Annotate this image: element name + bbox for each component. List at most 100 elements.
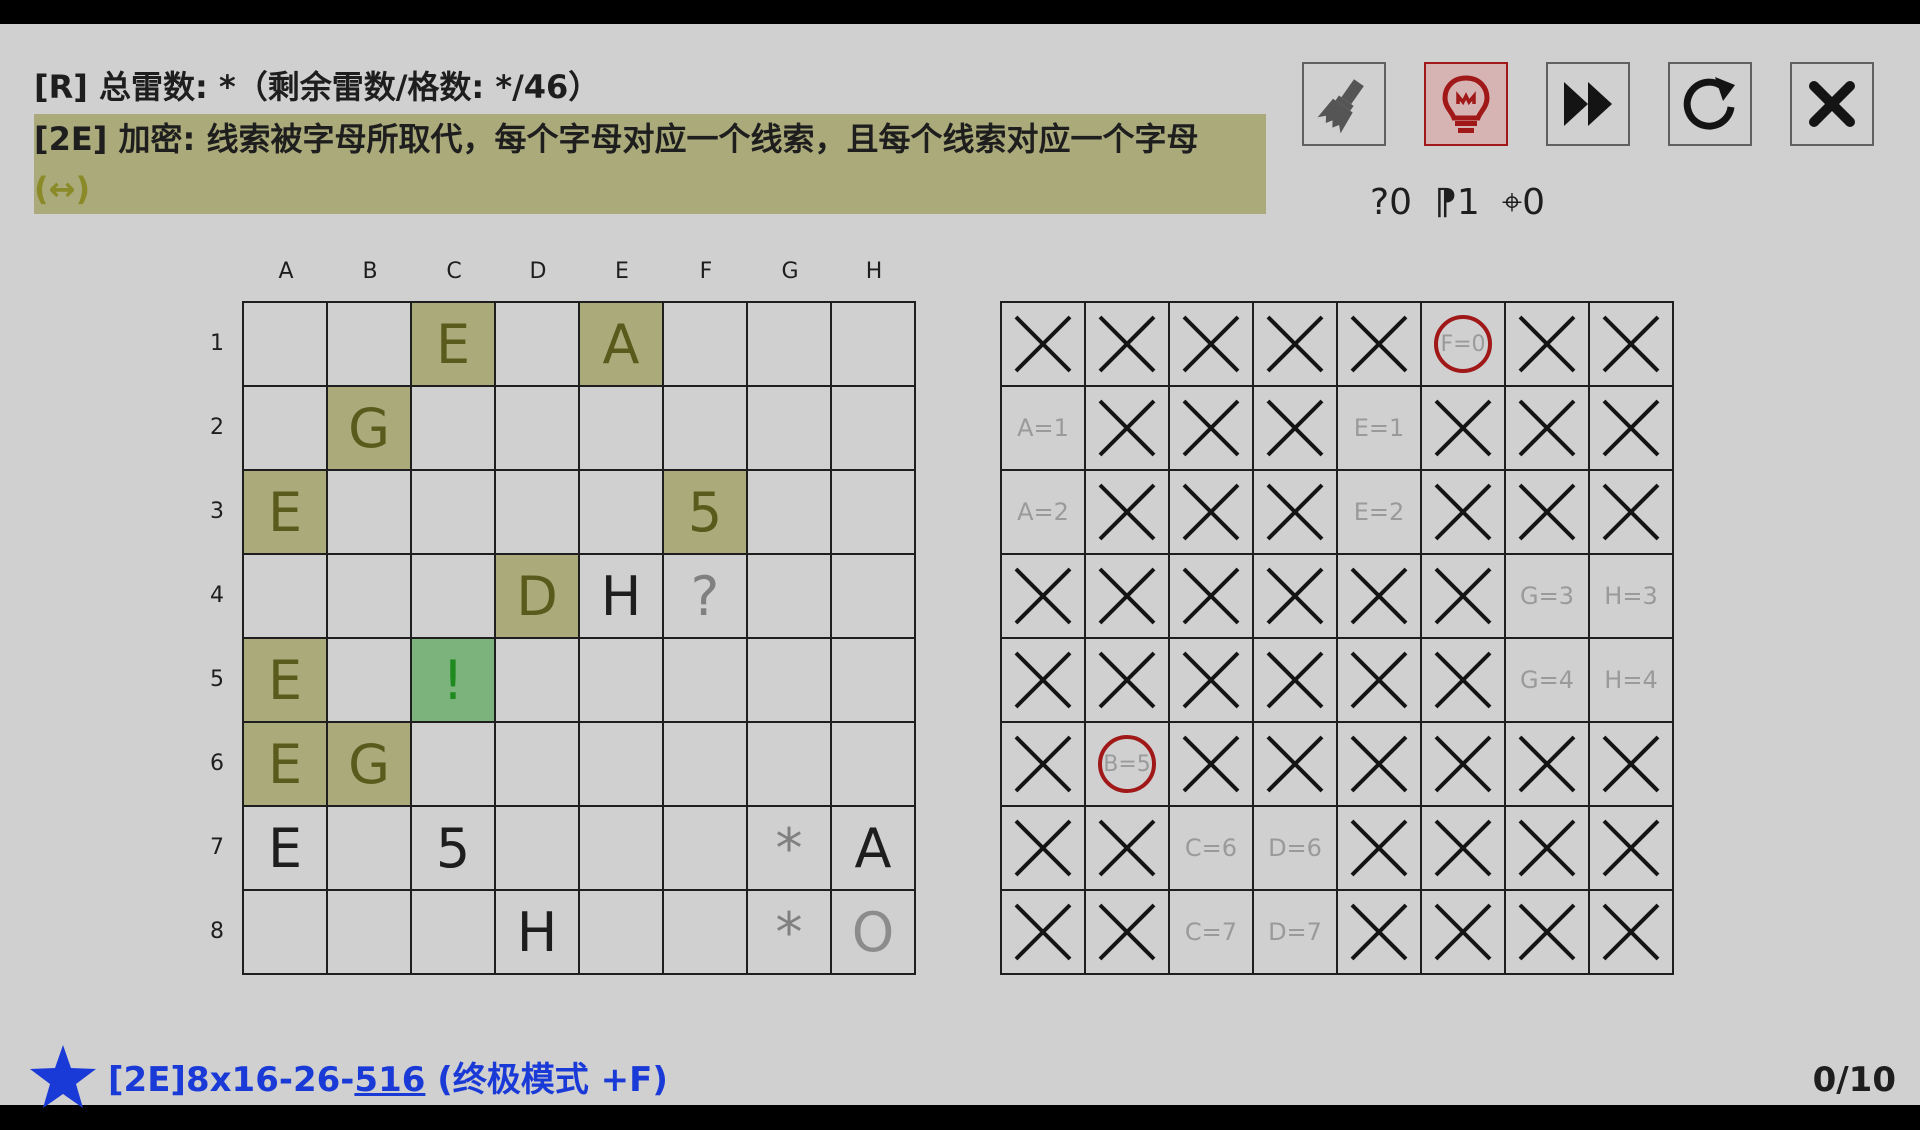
restart-button[interactable]: [1668, 62, 1752, 146]
board-cell-empty[interactable]: [664, 639, 748, 723]
matrix-cell-candidate[interactable]: E=1: [1338, 387, 1422, 471]
board-cell-star[interactable]: *: [748, 807, 832, 891]
board-cell-star[interactable]: *: [748, 891, 832, 975]
board-cell-oh[interactable]: O: [832, 891, 916, 975]
matrix-cell-excluded[interactable]: [1002, 639, 1086, 723]
board-cell-value[interactable]: E: [244, 807, 328, 891]
matrix-cell-excluded[interactable]: [1506, 387, 1590, 471]
matrix-cell-confirmed[interactable]: B=5: [1086, 723, 1170, 807]
favorite-star-icon[interactable]: [28, 1042, 98, 1116]
board-cell-value[interactable]: H: [496, 891, 580, 975]
board-cell-empty[interactable]: [580, 471, 664, 555]
matrix-cell-excluded[interactable]: [1254, 555, 1338, 639]
board-cell-empty[interactable]: [832, 387, 916, 471]
board-cell-empty[interactable]: [580, 807, 664, 891]
matrix-cell-excluded[interactable]: [1170, 471, 1254, 555]
matrix-cell-excluded[interactable]: [1002, 807, 1086, 891]
clue-matrix[interactable]: F=0 A=1 E=1 A=2 E=2 G=3 H=3 G=4 H=4 B=5 C=6 D=6 C=7 D…: [1000, 301, 1674, 975]
hint-button[interactable]: [1424, 62, 1508, 146]
matrix-cell-excluded[interactable]: [1170, 303, 1254, 387]
board-cell-empty[interactable]: [412, 555, 496, 639]
board-cell-value[interactable]: H: [580, 555, 664, 639]
matrix-cell-excluded[interactable]: [1170, 387, 1254, 471]
board-cell-value[interactable]: 5: [412, 807, 496, 891]
matrix-cell-candidate[interactable]: E=2: [1338, 471, 1422, 555]
board-cell-empty[interactable]: [832, 303, 916, 387]
matrix-cell-excluded[interactable]: [1422, 807, 1506, 891]
matrix-cell-excluded[interactable]: [1422, 471, 1506, 555]
board-cell-empty[interactable]: [496, 387, 580, 471]
matrix-cell-excluded[interactable]: [1422, 555, 1506, 639]
matrix-cell-excluded[interactable]: [1422, 387, 1506, 471]
board-cell-clue[interactable]: E: [412, 303, 496, 387]
board-cell-empty[interactable]: [496, 807, 580, 891]
board-cell-empty[interactable]: [496, 471, 580, 555]
board-cell-empty[interactable]: [748, 471, 832, 555]
board-cell-empty[interactable]: [328, 807, 412, 891]
matrix-cell-excluded[interactable]: [1086, 807, 1170, 891]
board-cell-empty[interactable]: [580, 639, 664, 723]
matrix-cell-excluded[interactable]: [1506, 891, 1590, 975]
board-cell-empty[interactable]: [412, 891, 496, 975]
matrix-cell-excluded[interactable]: [1422, 639, 1506, 723]
board-cell-empty[interactable]: [664, 807, 748, 891]
matrix-cell-excluded[interactable]: [1002, 891, 1086, 975]
matrix-cell-excluded[interactable]: [1590, 807, 1674, 891]
board-cell-empty[interactable]: [748, 303, 832, 387]
matrix-cell-excluded[interactable]: [1002, 555, 1086, 639]
board-cell-empty[interactable]: [580, 891, 664, 975]
matrix-cell-excluded[interactable]: [1086, 639, 1170, 723]
matrix-cell-excluded[interactable]: [1422, 723, 1506, 807]
matrix-cell-candidate[interactable]: D=6: [1254, 807, 1338, 891]
matrix-cell-candidate[interactable]: C=6: [1170, 807, 1254, 891]
board-cell-empty[interactable]: [328, 303, 412, 387]
board-cell-empty[interactable]: [496, 639, 580, 723]
matrix-cell-excluded[interactable]: [1338, 891, 1422, 975]
matrix-cell-candidate[interactable]: D=7: [1254, 891, 1338, 975]
board-cell-empty[interactable]: [832, 555, 916, 639]
matrix-cell-excluded[interactable]: [1506, 723, 1590, 807]
matrix-cell-candidate[interactable]: H=4: [1590, 639, 1674, 723]
matrix-cell-candidate[interactable]: G=3: [1506, 555, 1590, 639]
matrix-cell-excluded[interactable]: [1506, 471, 1590, 555]
matrix-cell-candidate[interactable]: A=2: [1002, 471, 1086, 555]
board-cell-empty[interactable]: [664, 891, 748, 975]
board-cell-empty[interactable]: [328, 639, 412, 723]
board-cell-empty[interactable]: [244, 891, 328, 975]
matrix-cell-excluded[interactable]: [1254, 303, 1338, 387]
rule-bidirectional-link[interactable]: (↔): [34, 170, 90, 208]
board-cell-empty[interactable]: [328, 555, 412, 639]
board-cell-value[interactable]: A: [832, 807, 916, 891]
matrix-cell-candidate[interactable]: C=7: [1170, 891, 1254, 975]
board-cell-empty[interactable]: [580, 387, 664, 471]
matrix-cell-excluded[interactable]: [1590, 891, 1674, 975]
matrix-cell-excluded[interactable]: [1590, 723, 1674, 807]
board-cell-empty[interactable]: [832, 471, 916, 555]
board-cell-empty[interactable]: [832, 723, 916, 807]
board-cell-empty[interactable]: [496, 723, 580, 807]
matrix-cell-excluded[interactable]: [1338, 639, 1422, 723]
matrix-cell-excluded[interactable]: [1002, 303, 1086, 387]
matrix-cell-excluded[interactable]: [1338, 555, 1422, 639]
board-cell-clue[interactable]: G: [328, 387, 412, 471]
matrix-cell-excluded[interactable]: [1254, 471, 1338, 555]
matrix-cell-excluded[interactable]: [1254, 387, 1338, 471]
matrix-cell-excluded[interactable]: [1086, 555, 1170, 639]
matrix-cell-excluded[interactable]: [1170, 723, 1254, 807]
matrix-cell-excluded[interactable]: [1086, 303, 1170, 387]
board-cell-empty[interactable]: [664, 303, 748, 387]
matrix-cell-confirmed[interactable]: F=0: [1422, 303, 1506, 387]
board-cell-empty[interactable]: [748, 723, 832, 807]
matrix-cell-candidate[interactable]: G=4: [1506, 639, 1590, 723]
board-cell-clue[interactable]: D: [496, 555, 580, 639]
matrix-cell-excluded[interactable]: [1002, 723, 1086, 807]
brush-button[interactable]: [1302, 62, 1386, 146]
board-cell-empty[interactable]: [664, 723, 748, 807]
board-cell-empty[interactable]: [580, 723, 664, 807]
matrix-cell-excluded[interactable]: [1254, 639, 1338, 723]
board-cell-empty[interactable]: [748, 387, 832, 471]
matrix-cell-excluded[interactable]: [1590, 471, 1674, 555]
matrix-cell-excluded[interactable]: [1170, 555, 1254, 639]
board-cell-clue[interactable]: E: [244, 471, 328, 555]
board-cell-empty[interactable]: [328, 891, 412, 975]
